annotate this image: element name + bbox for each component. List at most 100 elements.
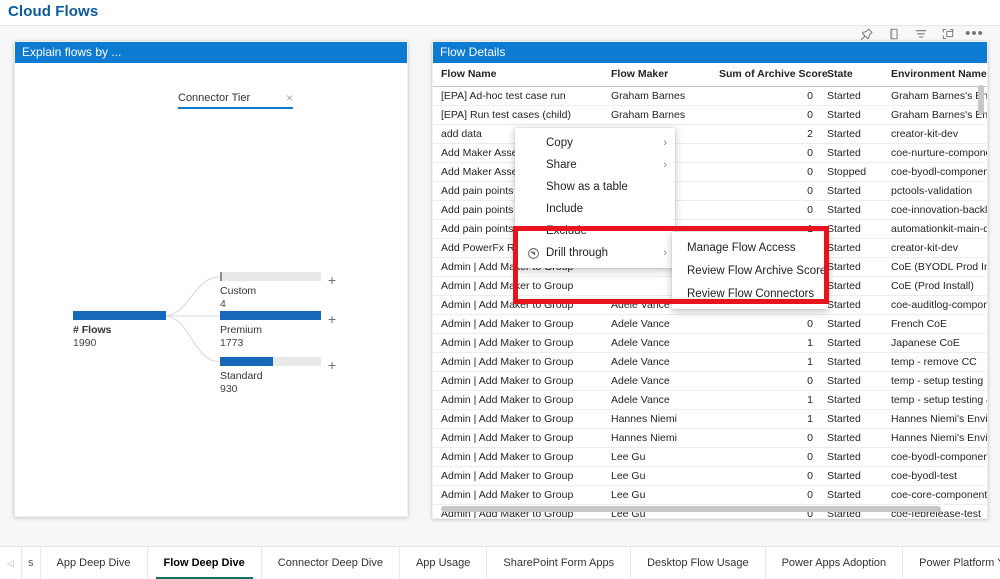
table-cell: Admin | Add Maker to Group: [433, 371, 603, 391]
table-header-row: Flow Name Flow Maker Sum of Archive Scor…: [433, 63, 987, 87]
table-cell: Started: [819, 466, 883, 486]
tree-node-premium-expand-icon[interactable]: +: [328, 312, 336, 326]
table-cell: Started: [819, 352, 883, 372]
page-tab-sharepoint-form-apps[interactable]: SharePoint Form Apps: [487, 547, 632, 579]
table-cell: Started: [819, 276, 883, 296]
page-tab-power-apps-adoption[interactable]: Power Apps Adoption: [766, 547, 904, 579]
page-tab-connector-deep-dive[interactable]: Connector Deep Dive: [262, 547, 400, 579]
copy-icon[interactable]: [886, 27, 901, 42]
table-cell: Admin | Add Maker to Group: [433, 314, 603, 334]
page-tab-app-usage[interactable]: App Usage: [400, 547, 488, 579]
submenu-item-review-flow-archive-score[interactable]: Review Flow Archive Score: [672, 259, 828, 282]
table-cell: Started: [819, 257, 883, 277]
table-cell: temp - setup testing 4: [883, 390, 987, 410]
table-row[interactable]: Admin | Add Maker to Group Lee Gu 0 Started…: [433, 485, 987, 505]
tree-node-custom-expand-icon[interactable]: +: [328, 273, 336, 287]
context-menu-item-drill-through[interactable]: Drill through ›: [515, 242, 675, 264]
table-cell: temp - setup testing 1: [883, 371, 987, 391]
table-row[interactable]: Admin | Add Maker to Group Adele Vance 1 St…: [433, 352, 987, 372]
table-cell: 0: [711, 181, 819, 201]
page-tabs-host: App Deep Dive Flow Deep Dive Connector Dee…: [41, 547, 1000, 579]
table-cell: Started: [819, 485, 883, 505]
table-cell: 0: [711, 200, 819, 220]
tree-node-custom[interactable]: Custom 4: [220, 272, 321, 311]
submenu-item-review-flow-connectors[interactable]: Review Flow Connectors: [672, 282, 828, 305]
context-menu[interactable]: Copy › Share › Show as a table Include E…: [515, 128, 675, 268]
table-cell: coe-auditlog-components-dev: [883, 295, 987, 315]
page-tab-flow-deep-dive[interactable]: Flow Deep Dive: [148, 547, 262, 579]
tab-scroll-prev-button[interactable]: ◁: [0, 547, 22, 579]
column-header-flow-name[interactable]: Flow Name: [433, 63, 603, 87]
table-cell: Admin | Add Maker to Group: [433, 390, 603, 410]
tree-node-custom-bar-fill: [220, 272, 222, 281]
pin-icon[interactable]: [859, 27, 874, 42]
table-cell: 0: [711, 143, 819, 163]
column-header-environment[interactable]: Environment Name: [883, 63, 987, 87]
table-cell: Adele Vance: [603, 371, 711, 391]
table-row[interactable]: Admin | Add Maker to Group Adele Vance 1 St…: [433, 390, 987, 410]
column-header-state[interactable]: State: [819, 63, 883, 87]
table-cell: 0: [711, 428, 819, 448]
column-header-archive-score[interactable]: Sum of Archive Score: [711, 63, 828, 87]
table-row[interactable]: Admin | Add Maker to Group Hannes Niemi 1 S…: [433, 409, 987, 429]
tree-node-standard[interactable]: Standard 930: [220, 357, 321, 396]
more-options-glyph: •••: [965, 25, 984, 42]
tree-node-premium[interactable]: Premium 1773: [220, 311, 321, 350]
table-row[interactable]: Admin | Add Maker to Group Lee Gu 0 Started…: [433, 466, 987, 486]
table-cell: Admin | Add Maker to Group: [433, 447, 603, 467]
table-cell: [EPA] Run test cases (child): [433, 105, 603, 125]
table-cell: coe-nurture-components-dev: [883, 143, 987, 163]
context-menu-item-include-label: Include: [546, 203, 584, 215]
submenu-item-review-flow-connectors-label: Review Flow Connectors: [687, 287, 815, 300]
tree-node-premium-bar-fill: [220, 311, 321, 320]
filter-icon[interactable]: [913, 27, 928, 42]
page-tab-desktop-flow-usage[interactable]: Desktop Flow Usage: [631, 547, 766, 579]
tree-node-root[interactable]: # Flows 1990: [73, 311, 166, 350]
more-options-icon[interactable]: •••: [965, 25, 984, 42]
table-cell: Admin | Add Maker to Group: [433, 333, 603, 353]
table-row[interactable]: Admin | Add Maker to GroupAdele Vance0St…: [433, 314, 987, 334]
tree-node-root-value: 1990: [73, 337, 97, 349]
table-row[interactable]: Admin | Add Maker to GroupAdele Vance0St…: [433, 371, 987, 391]
tree-node-standard-expand-icon[interactable]: +: [328, 358, 336, 372]
report-canvas: Cloud Flows ••• Explain flows by ... Con…: [0, 0, 1000, 579]
drill-through-submenu[interactable]: Manage Flow Access Review Flow Archive S…: [672, 232, 828, 309]
table-vertical-scrollbar[interactable]: [978, 85, 984, 115]
table-row[interactable]: [EPA] Run test cases (child) Graham Barne…: [433, 105, 987, 125]
context-menu-item-show-as-a-table[interactable]: Show as a table: [515, 176, 675, 198]
table-cell: creator-kit-dev: [883, 124, 987, 144]
table-cell: 1: [711, 352, 819, 372]
context-menu-item-share[interactable]: Share ›: [515, 154, 675, 176]
column-header-flow-maker[interactable]: Flow Maker: [603, 63, 711, 87]
table-row[interactable]: Admin | Add Maker to Group Lee Gu 0 Started…: [433, 447, 987, 467]
table-cell: Adele Vance: [603, 390, 711, 410]
context-menu-item-include[interactable]: Include: [515, 198, 675, 220]
tree-node-standard-bar-fill: [220, 357, 273, 366]
table-row[interactable]: Admin | Add Maker to Group Adele Vance 1 St…: [433, 333, 987, 353]
table-cell: Hannes Niemi: [603, 409, 711, 429]
tree-node-standard-label: Standard: [220, 370, 263, 382]
context-menu-item-show-as-a-table-label: Show as a table: [546, 181, 628, 193]
tab-partial-left[interactable]: s: [22, 547, 41, 579]
page-tab-app-deep-dive[interactable]: App Deep Dive: [41, 547, 148, 579]
table-cell: 0: [711, 485, 819, 505]
table-cell: Admin | Add Maker to Group: [433, 428, 603, 448]
submenu-item-manage-flow-access[interactable]: Manage Flow Access: [672, 236, 828, 259]
focus-mode-icon[interactable]: [940, 27, 955, 42]
context-menu-item-copy[interactable]: Copy ›: [515, 132, 675, 154]
table-row[interactable]: [EPA] Ad-hoc test case run Graham Barnes 0…: [433, 86, 987, 106]
context-menu-item-exclude[interactable]: Exclude: [515, 220, 675, 242]
table-cell: Started: [819, 333, 883, 353]
table-cell: Adele Vance: [603, 333, 711, 353]
table-cell: Graham Barnes: [603, 105, 711, 125]
table-row[interactable]: Admin | Add Maker to Group Hannes Niemi 0 S…: [433, 428, 987, 448]
table-cell: Admin | Add Maker to Group: [433, 352, 603, 372]
table-cell: Started: [819, 447, 883, 467]
table-horizontal-scrollbar[interactable]: [441, 506, 941, 512]
table-cell: Started: [819, 143, 883, 163]
tree-node-standard-bar: [220, 357, 321, 366]
decomposition-tree-visual[interactable]: Explain flows by ... Connector Tier × # …: [14, 41, 408, 517]
table-cell: Admin | Add Maker to Group: [433, 466, 603, 486]
page-tab-power-platform-yoy-adopti[interactable]: Power Platform YoY Adopti: [903, 547, 1000, 579]
table-cell: coe-innovation-backlog-compo: [883, 200, 987, 220]
